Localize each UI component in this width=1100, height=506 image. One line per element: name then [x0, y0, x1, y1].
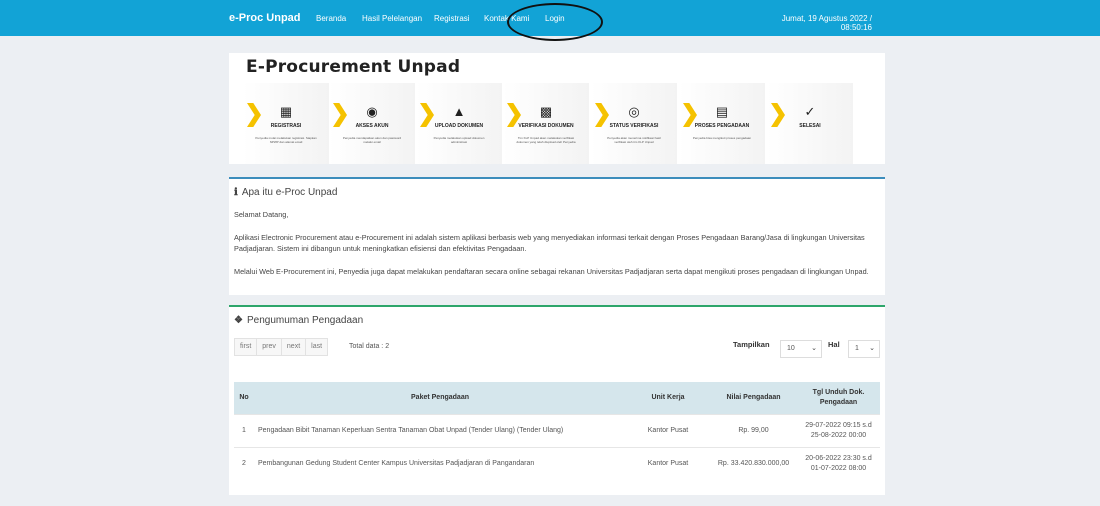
step-proses-pengadaan: ▤ PROSES PENGADAAN Penyedia bisa mengiku… [679, 83, 765, 164]
page-last-button[interactable]: last [306, 339, 328, 355]
step-registrasi: ▦ REGISTRASI Penyedia mulai melakukan re… [243, 83, 329, 164]
tampilkan-label: Tampilkan [733, 340, 770, 349]
page-select[interactable]: 1 ⌄ [848, 340, 880, 358]
page-prev-button[interactable]: prev [257, 339, 282, 355]
announcement-panel: ❖ Pengumuman Pengadaan first prev next la… [229, 305, 885, 495]
announcement-table: No Paket Pengadaan Unit Kerja Nilai Peng… [234, 382, 880, 480]
about-panel: ℹ Apa itu e-Proc Unpad Selamat Datang, Ap… [229, 177, 885, 295]
paket-name[interactable]: Pembangunan Gedung Student Center Kampus… [254, 446, 626, 480]
page-first-button[interactable]: first [235, 339, 258, 355]
nav-beranda[interactable]: Beranda [316, 14, 346, 23]
total-data: Total data : 2 [349, 343, 390, 350]
rows-per-page-select[interactable]: 10 ⌄ [780, 340, 822, 358]
table-row[interactable]: 1 Pengadaan Bibit Tanaman Keperluan Sent… [234, 413, 880, 447]
page-next-button[interactable]: next [281, 339, 307, 355]
table-header-row: No Paket Pengadaan Unit Kerja Nilai Peng… [234, 382, 880, 414]
banner-title: E-Procurement Unpad [246, 57, 461, 77]
announcement-heading: ❖ Pengumuman Pengadaan [234, 315, 364, 326]
about-paragraph-1: Aplikasi Electronic Procurement atau e-P… [234, 233, 865, 253]
step-upload-dokumen: ▲ UPLOAD DOKUMEN Penyedia melakukan uplo… [416, 83, 502, 164]
login-highlight-circle [507, 3, 603, 41]
pagination: first prev next last [234, 338, 329, 356]
paket-name[interactable]: Pengadaan Bibit Tanaman Keperluan Sentra… [254, 413, 626, 447]
current-datetime: Jumat, 19 Agustus 2022 / 08:50:16 [781, 14, 872, 32]
cubes-icon: ❖ [234, 315, 243, 326]
hal-label: Hal [828, 340, 840, 349]
nav-hasil-pelelangan[interactable]: Hasil Pelelangan [362, 14, 422, 23]
chevron-down-icon: ⌄ [811, 345, 817, 352]
brand-link[interactable]: e-Proc Unpad [229, 12, 301, 24]
chevron-down-icon: ⌄ [869, 345, 875, 352]
col-tgl-unduh: Tgl Unduh Dok. Pengadaan [797, 382, 880, 414]
about-paragraph-2: Melalui Web E-Procurement ini, Penyedia … [234, 267, 869, 276]
col-unit-kerja: Unit Kerja [626, 382, 710, 414]
step-akses-akun: ◉ AKSES AKUN Penyedia mendapatkan akun d… [329, 83, 415, 164]
col-nilai: Nilai Pengadaan [710, 382, 797, 414]
about-heading: ℹ Apa itu e-Proc Unpad [234, 187, 338, 198]
about-greeting: Selamat Datang, [234, 210, 289, 219]
table-row[interactable]: 2 Pembangunan Gedung Student Center Kamp… [234, 446, 880, 480]
step-status-verifikasi: ◎ STATUS VERIFIKASI Penyedia akan meneri… [591, 83, 677, 164]
col-no: No [234, 382, 254, 414]
step-verifikasi-dokumen: ▩ VERIFIKASI DOKUMEN Tim KLP Unpad akan … [503, 83, 589, 164]
procurement-flow-banner: E-Procurement Unpad ▦ REGISTRASI Penyedi… [229, 53, 885, 164]
col-paket: Paket Pengadaan [254, 382, 626, 414]
info-icon: ℹ [234, 187, 238, 198]
step-selesai: ✓ SELESAI [767, 83, 853, 164]
nav-registrasi[interactable]: Registrasi [434, 14, 470, 23]
